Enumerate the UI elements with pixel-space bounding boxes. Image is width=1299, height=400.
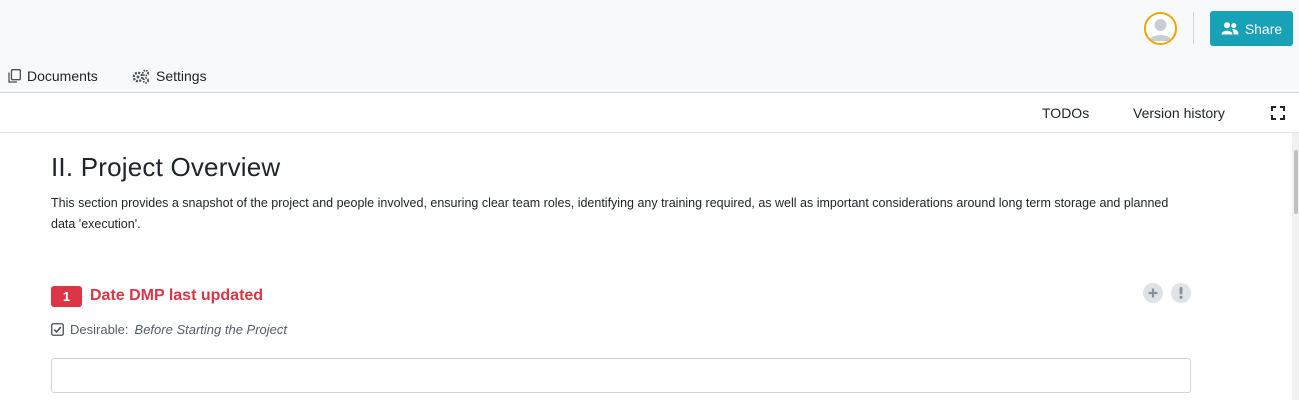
nav-item-settings[interactable]: Settings [132, 67, 207, 85]
chapter-description: This section provides a snapshot of the … [51, 196, 1169, 231]
project-nav: Documents Settings [0, 58, 1299, 93]
exclamation-icon [1179, 287, 1183, 299]
todos-link[interactable]: TODOs [1042, 105, 1089, 121]
requirement-phase: Before Starting the Project [134, 322, 288, 337]
user-icon [1146, 14, 1175, 43]
scrollbar-thumb[interactable] [1294, 150, 1298, 214]
chapter-title: II. Project Overview [51, 152, 281, 182]
add-comment-button[interactable] [1143, 283, 1163, 303]
question-header: 1 Date DMP last updated [51, 285, 263, 307]
feedback-button[interactable] [1171, 283, 1191, 303]
checkbox-checked-icon [51, 323, 64, 336]
users-icon [1221, 22, 1239, 35]
share-label: Share [1244, 20, 1283, 37]
chapter-content: II. Project Overview This section provid… [51, 150, 1191, 235]
user-avatar[interactable] [1144, 12, 1177, 45]
share-button[interactable]: Share [1210, 11, 1293, 46]
nav-item-label: Settings [156, 68, 207, 84]
documents-icon [8, 69, 21, 83]
plus-icon [1148, 288, 1158, 298]
gears-icon [132, 69, 149, 84]
editor-toolbar [0, 93, 1299, 133]
question-number-badge: 1 [51, 285, 82, 307]
header-divider [1193, 12, 1194, 44]
version-history-link[interactable]: Version history [1133, 105, 1225, 121]
requirement-prefix: Desirable: [70, 322, 129, 337]
fullscreen-icon[interactable] [1271, 106, 1285, 120]
top-bar [0, 0, 1299, 58]
question-title: Date DMP last updated [90, 287, 264, 304]
requirement-level: Desirable: Before Starting the Project [51, 322, 287, 337]
answer-input[interactable] [51, 358, 1191, 393]
nav-item-label: Documents [27, 68, 98, 84]
nav-item-documents[interactable]: Documents [8, 67, 98, 85]
